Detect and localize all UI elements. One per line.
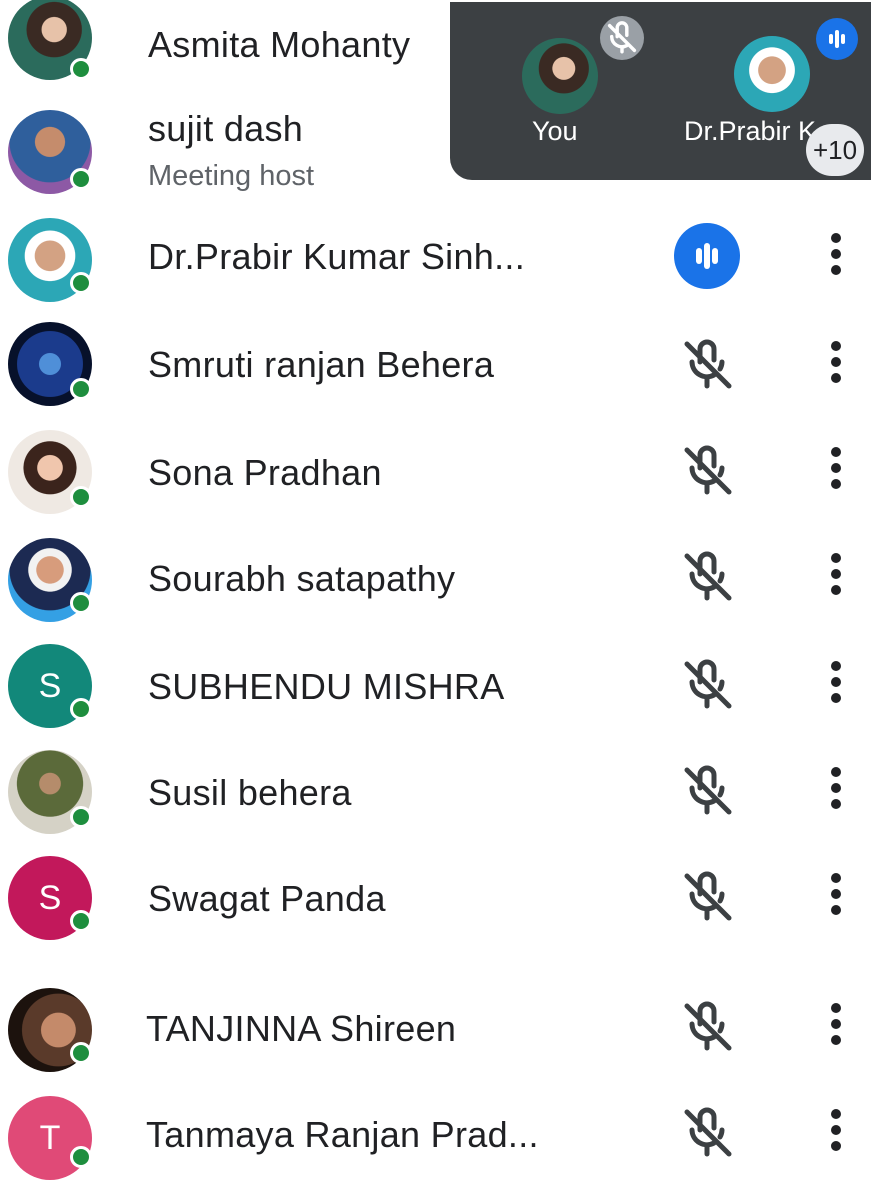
speaker-tile-label: Dr.Prabir K <box>684 116 817 146</box>
participant-name: Asmita Mohanty <box>148 24 411 65</box>
microphone-off-icon <box>675 544 739 608</box>
microphone-off-icon <box>675 1100 739 1164</box>
participant-name: sujit dash <box>148 108 304 149</box>
participant-name: Susil behera <box>148 772 352 813</box>
participant-name: Swagat Panda <box>148 878 386 919</box>
online-indicator <box>70 486 92 508</box>
avatar-initial-letter: S <box>38 666 62 705</box>
online-indicator <box>70 698 92 720</box>
online-indicator <box>70 910 92 932</box>
self-tile-label: You <box>532 116 578 146</box>
online-indicator <box>70 1146 92 1168</box>
microphone-off-icon <box>675 758 739 822</box>
participant-name: Smruti ranjan Behera <box>148 344 495 385</box>
participant-name: Tanmaya Ranjan Prad... <box>146 1114 539 1155</box>
online-indicator <box>70 58 92 80</box>
participant-row[interactable]: Sona Pradhan <box>0 416 871 522</box>
more-vertical-icon[interactable] <box>826 224 846 284</box>
microphone-off-icon <box>675 652 739 716</box>
self-video-avatar <box>522 38 598 114</box>
microphone-off-icon <box>675 994 739 1058</box>
microphone-off-icon <box>675 438 739 502</box>
online-indicator <box>70 592 92 614</box>
more-vertical-icon[interactable] <box>826 758 846 818</box>
more-vertical-icon[interactable] <box>826 652 846 712</box>
meeting-host-label: Meeting host <box>148 160 315 192</box>
avatar-initial-letter: S <box>38 878 62 917</box>
microphone-off-icon <box>600 16 644 60</box>
online-indicator <box>70 168 92 190</box>
more-vertical-icon[interactable] <box>826 1100 846 1160</box>
online-indicator <box>70 378 92 400</box>
participant-row[interactable]: S Swagat Panda <box>0 842 871 962</box>
participant-row[interactable]: Smruti ranjan Behera <box>0 310 871 416</box>
more-participants-badge[interactable]: +10 <box>806 124 864 176</box>
online-indicator <box>70 806 92 828</box>
more-vertical-icon[interactable] <box>826 332 846 392</box>
participant-row[interactable]: Sourabh satapathy <box>0 522 871 630</box>
audio-wave-icon <box>674 223 740 289</box>
participant-row[interactable]: Dr.Prabir Kumar Sinh... <box>0 206 871 310</box>
participant-name: Sona Pradhan <box>148 452 382 493</box>
participant-row[interactable]: T Tanmaya Ranjan Prad... <box>0 1082 871 1180</box>
online-indicator <box>70 1042 92 1064</box>
participant-name: SUBHENDU MISHRA <box>148 666 505 707</box>
video-tiles-overlay[interactable]: You Dr.Prabir K +10 <box>450 2 871 180</box>
more-vertical-icon[interactable] <box>826 544 846 604</box>
participant-name: Sourabh satapathy <box>148 558 456 599</box>
online-indicator <box>70 272 92 294</box>
more-vertical-icon[interactable] <box>826 994 846 1054</box>
participant-row[interactable]: TANJINNA Shireen <box>0 976 871 1082</box>
microphone-off-icon <box>675 864 739 928</box>
audio-wave-icon <box>816 18 858 60</box>
more-vertical-icon[interactable] <box>826 864 846 924</box>
participant-row[interactable]: S SUBHENDU MISHRA <box>0 630 871 736</box>
avatar-initial-letter: T <box>39 1118 61 1157</box>
more-vertical-icon[interactable] <box>826 438 846 498</box>
participant-row[interactable]: Susil behera <box>0 736 871 842</box>
speaker-video-avatar <box>734 36 810 112</box>
participant-name: Dr.Prabir Kumar Sinh... <box>148 236 526 277</box>
participant-name: TANJINNA Shireen <box>146 1008 457 1049</box>
microphone-off-icon <box>675 332 739 396</box>
